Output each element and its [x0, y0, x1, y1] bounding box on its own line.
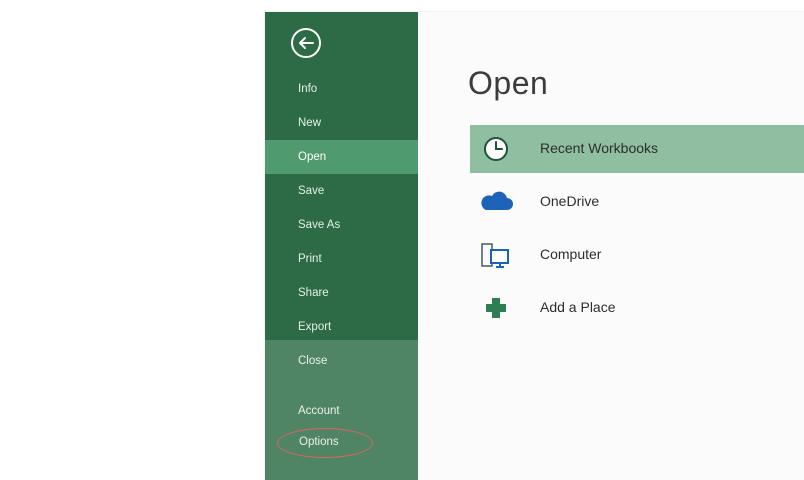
place-label: Recent Workbooks — [540, 140, 659, 156]
clock-icon — [478, 133, 514, 165]
place-onedrive[interactable]: OneDrive — [470, 178, 804, 226]
nav-item-open[interactable]: Open — [265, 140, 418, 174]
place-label: OneDrive — [540, 193, 600, 209]
nav-item-print[interactable]: Print — [265, 242, 418, 276]
place-label: Computer — [540, 246, 602, 262]
back-arrow-icon — [299, 37, 314, 49]
nav-item-new[interactable]: New — [265, 106, 418, 140]
place-recent-workbooks[interactable]: Recent Workbooks — [470, 125, 804, 173]
nav-item-export[interactable]: Export — [265, 310, 418, 344]
back-button[interactable] — [291, 28, 321, 58]
nav-item-save-as[interactable]: Save As — [265, 208, 418, 242]
nav-item-options[interactable]: Options — [277, 428, 373, 458]
excel-backstage-window: Info New Open Save Save As Print Share E… — [265, 12, 804, 480]
open-panel: Open Recent Workbooks OneDrive Computer … — [418, 12, 804, 480]
nav-item-save[interactable]: Save — [265, 174, 418, 208]
nav-item-close[interactable]: Close — [265, 344, 418, 378]
plus-icon — [478, 292, 514, 324]
backstage-sidebar: Info New Open Save Save As Print Share E… — [265, 12, 418, 480]
nav-item-account[interactable]: Account — [265, 394, 418, 428]
place-label: Add a Place — [540, 299, 616, 315]
computer-icon — [478, 239, 514, 271]
nav-item-share[interactable]: Share — [265, 276, 418, 310]
cloud-icon — [478, 186, 514, 218]
nav-item-info[interactable]: Info — [265, 72, 418, 106]
page-title: Open — [468, 65, 549, 101]
place-add-a-place[interactable]: Add a Place — [470, 284, 804, 332]
place-computer[interactable]: Computer — [470, 231, 804, 279]
